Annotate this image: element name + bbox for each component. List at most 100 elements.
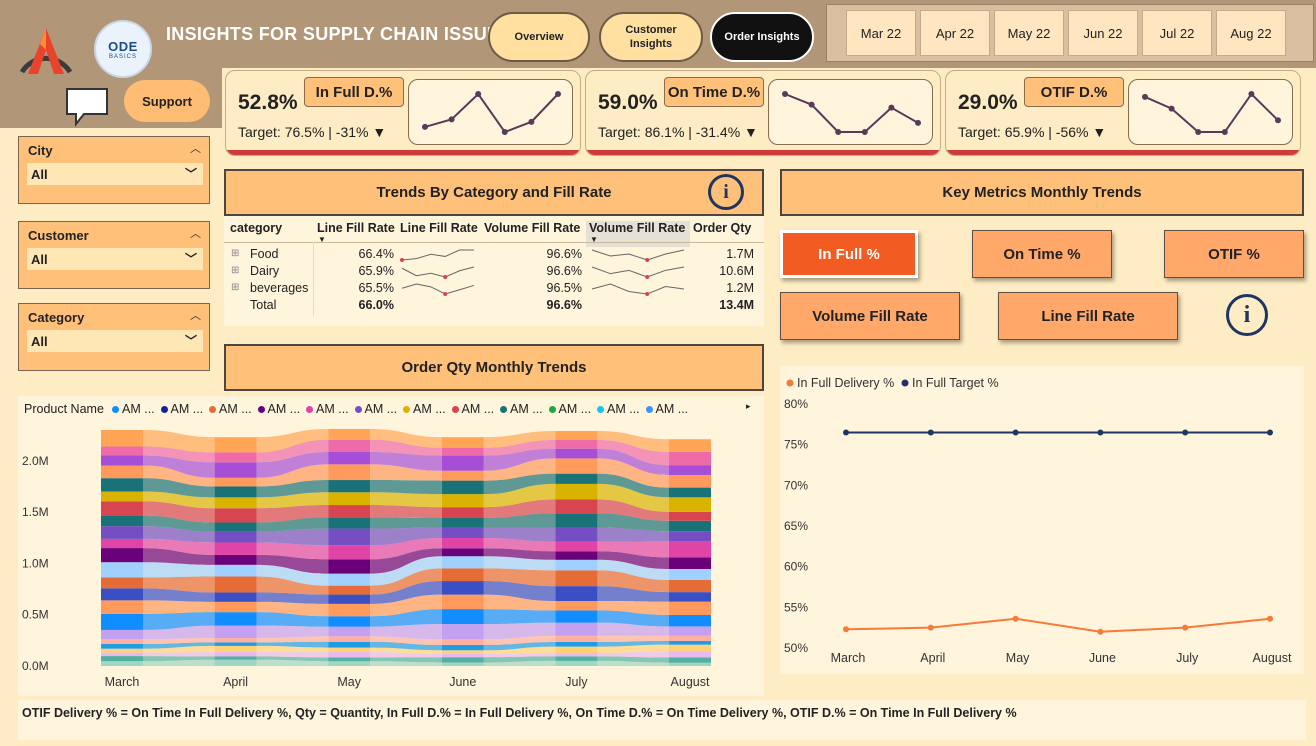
ribbon-segment [441,455,484,471]
legend-item[interactable]: AM ... [403,402,446,416]
ribbon-segment [555,448,598,459]
col-volume-fill-rate-trend[interactable]: Volume Fill Rate [586,221,690,247]
x-tick-label: May [1006,651,1030,665]
ribbon-segment [328,492,371,506]
col-category[interactable]: category [230,221,282,235]
category-dropdown[interactable]: All ﹀ [27,330,203,352]
sparkline-path [424,92,559,134]
metric-volume-fill-rate-button[interactable]: Volume Fill Rate [780,292,960,340]
ribbon-band [370,517,442,529]
ribbon-band [483,609,556,625]
ribbon-segment [214,462,257,478]
legend-item[interactable]: AM ... [500,402,543,416]
chevron-right-icon[interactable]: ▸ [746,401,751,412]
expand-icon[interactable]: ⊞ [231,248,239,259]
month-jul[interactable]: Jul 22 [1142,10,1212,56]
month-may[interactable]: May 22 [994,10,1064,56]
ribbon-segment [101,577,143,589]
support-button[interactable]: Support [124,80,210,122]
col-line-fill-rate-trend[interactable]: Line Fill Rate [400,221,478,235]
row-category-name: Food [250,247,279,261]
x-tick-label: June [1089,651,1116,665]
expand-icon[interactable]: ⊞ [231,282,239,293]
legend-title: Product Name [24,402,104,416]
ribbon-segment [101,548,143,563]
legend-item[interactable]: AM ... [451,402,494,416]
chevron-down-icon: ﹀ [184,167,197,181]
filter-category: Category ︿ All ﹀ [18,303,210,371]
series-line [845,617,1271,633]
legend-item[interactable]: AM ... [160,402,203,416]
legend-item[interactable]: AM ... [597,402,640,416]
legend-label: AM ... [122,402,155,416]
series-point [1097,429,1104,436]
ribbon-segment [555,653,598,657]
legend-item[interactable]: AM ... [354,402,398,416]
col-line-fill-rate[interactable]: Line Fill Rate [317,221,395,235]
header-divider [224,242,764,243]
chevron-down-icon[interactable]: ︿ [190,225,201,241]
info-icon[interactable]: i [1226,294,1268,336]
kpi-label: OTIF D.% [1024,77,1124,107]
nav-customer-insights-button[interactable]: Customer Insights [599,12,703,62]
ribbon-segment [101,501,143,516]
chevron-down-icon[interactable]: ︿ [190,307,201,323]
ribbon-band [256,625,329,639]
row-qty: 1.7M [726,247,754,261]
total-qty: 13.4M [719,298,754,312]
table-row[interactable]: ⊞ Dairy 65.9% 96.6% 10.6M [224,263,764,281]
sparkline-point [1195,129,1202,135]
chevron-down-icon[interactable]: ︿ [190,140,201,156]
ribbon-segment [101,613,143,630]
month-jun[interactable]: Jun 22 [1068,10,1138,56]
sparkline-point [422,123,428,130]
nav-order-insights-button[interactable]: Order Insights [710,12,814,62]
legend-label: AM ... [364,402,398,416]
legend-item[interactable]: AM ... [645,402,688,416]
total-vfr: 96.6% [546,298,582,312]
ribbon-segment [328,585,371,595]
month-mar[interactable]: Mar 22 [846,10,916,56]
metric-line-fill-rate-button[interactable]: Line Fill Rate [998,292,1178,340]
ribbon-segment [214,601,257,613]
kpi-sparkline [408,79,573,145]
ribbon-segment [555,458,598,474]
nav-overview-button[interactable]: Overview [488,12,590,62]
line-plot: In Full Delivery % In Full Target % 50% 55%… [784,376,1292,665]
ribbon-segment [441,662,484,666]
city-dropdown[interactable]: All ﹀ [27,163,203,185]
x-tick-label: March [831,651,866,665]
ribbon-segment [669,651,711,658]
vfr-sparkline [591,249,685,262]
y-tick-label: 55% [784,600,808,614]
ribbon-segment [669,592,711,602]
month-apr[interactable]: Apr 22 [920,10,990,56]
legend-item[interactable]: AM ... [548,402,591,416]
metric-in-full-button[interactable]: In Full % [780,230,918,278]
y-tick-label: 2.0M [22,454,49,468]
expand-icon[interactable]: ⊞ [231,265,239,276]
filter-customer: Customer ︿ All ﹀ [18,221,210,289]
customer-dropdown[interactable]: All ﹀ [27,248,203,270]
col-order-qty[interactable]: Order Qty [693,221,751,235]
legend-dot-icon [597,406,604,413]
legend-item[interactable]: AM ... [209,402,252,416]
legend-item[interactable]: AM ... [306,402,349,416]
chat-icon[interactable] [64,86,110,128]
month-aug[interactable]: Aug 22 [1216,10,1286,56]
info-icon[interactable]: i [708,174,744,210]
ribbon-segment [101,562,143,578]
legend-item[interactable]: AM ... [257,402,300,416]
ribbon-segment [669,531,711,542]
ribbon-segment [214,564,257,577]
metric-otif-button[interactable]: OTIF % [1164,230,1304,278]
table-row[interactable]: ⊞ beverages 65.5% 96.5% 1.2M [224,280,764,298]
legend-item[interactable]: AM ... [112,402,155,416]
ribbon-segment [328,647,371,653]
x-tick-label: July [1176,651,1199,665]
metric-on-time-button[interactable]: On Time % [972,230,1112,278]
ribbon-segment [555,431,598,441]
table-row[interactable]: ⊞ Food 66.4% 96.6% 1.7M [224,246,764,264]
kpi-otif: 29.0% OTIF D.% Target: 65.9% | -56% ▼ [945,70,1301,156]
col-volume-fill-rate[interactable]: Volume Fill Rate [484,221,580,235]
